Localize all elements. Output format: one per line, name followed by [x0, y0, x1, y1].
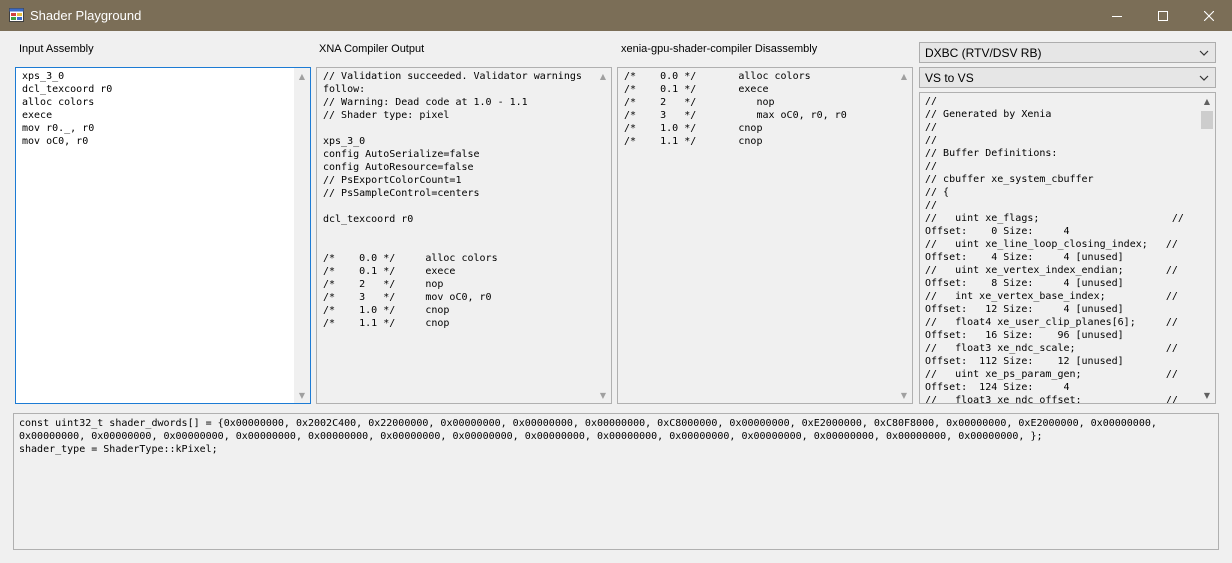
shader-dwords-text: const uint32_t shader_dwords[] = {0x0000… — [19, 418, 1157, 455]
scrollbar-thumb[interactable] — [1201, 111, 1213, 129]
translation-mode-value: DXBC (RTV/DSV RB) — [925, 46, 1042, 60]
input-assembly-label: Input Assembly — [19, 43, 94, 55]
disassembly-text: /* 0.0 */ alloc colors /* 0.1 */ exece /… — [624, 71, 847, 147]
scroll-up-icon[interactable]: ▲ — [896, 68, 912, 84]
chevron-down-icon — [1199, 50, 1209, 56]
chevron-down-icon — [1199, 75, 1209, 81]
xna-scrollbar[interactable]: ▲ ▼ — [595, 68, 611, 403]
window-title: Shader Playground — [30, 8, 142, 23]
close-button[interactable] — [1186, 0, 1232, 31]
xna-output-pane[interactable]: // Validation succeeded. Validator warni… — [316, 67, 612, 404]
minimize-icon — [1112, 15, 1122, 17]
disassembly-scrollbar[interactable]: ▲ ▼ — [896, 68, 912, 403]
dxbc-output-pane[interactable]: // // Generated by Xenia // // // Buffer… — [919, 92, 1216, 404]
app-icon — [9, 8, 24, 22]
input-assembly-text[interactable]: xps_3_0 dcl_texcoord r0 alloc colors exe… — [22, 70, 112, 148]
scroll-up-icon[interactable]: ▲ — [595, 68, 611, 84]
title-bar: Shader Playground — [0, 0, 1232, 31]
scroll-down-icon[interactable]: ▼ — [896, 387, 912, 403]
dxbc-scrollbar[interactable]: ▲ ▼ — [1199, 93, 1215, 403]
scroll-down-icon[interactable]: ▼ — [1199, 387, 1215, 403]
shader-mode-value: VS to VS — [925, 71, 974, 85]
xna-output-text: // Validation succeeded. Validator warni… — [323, 71, 582, 329]
minimize-button[interactable] — [1094, 0, 1140, 31]
disassembly-pane[interactable]: /* 0.0 */ alloc colors /* 0.1 */ exece /… — [617, 67, 913, 404]
translation-mode-select[interactable]: DXBC (RTV/DSV RB) — [919, 42, 1216, 63]
scroll-down-icon[interactable]: ▼ — [294, 387, 310, 403]
xna-output-label: XNA Compiler Output — [319, 43, 425, 55]
dxbc-output-text: // // Generated by Xenia // // // Buffer… — [925, 96, 1184, 404]
shader-dwords-output[interactable]: const uint32_t shader_dwords[] = {0x0000… — [13, 413, 1219, 550]
scroll-up-icon[interactable]: ▲ — [294, 68, 310, 84]
scroll-up-icon[interactable]: ▲ — [1199, 93, 1215, 109]
maximize-button[interactable] — [1140, 0, 1186, 31]
maximize-icon — [1158, 10, 1168, 21]
disassembly-label: xenia-gpu-shader-compiler Disassembly — [621, 43, 818, 55]
input-scrollbar[interactable]: ▲ ▼ — [294, 68, 310, 403]
scroll-down-icon[interactable]: ▼ — [595, 387, 611, 403]
close-icon — [1204, 10, 1214, 21]
input-assembly-editor[interactable]: xps_3_0 dcl_texcoord r0 alloc colors exe… — [15, 67, 311, 404]
shader-mode-select[interactable]: VS to VS — [919, 67, 1216, 88]
